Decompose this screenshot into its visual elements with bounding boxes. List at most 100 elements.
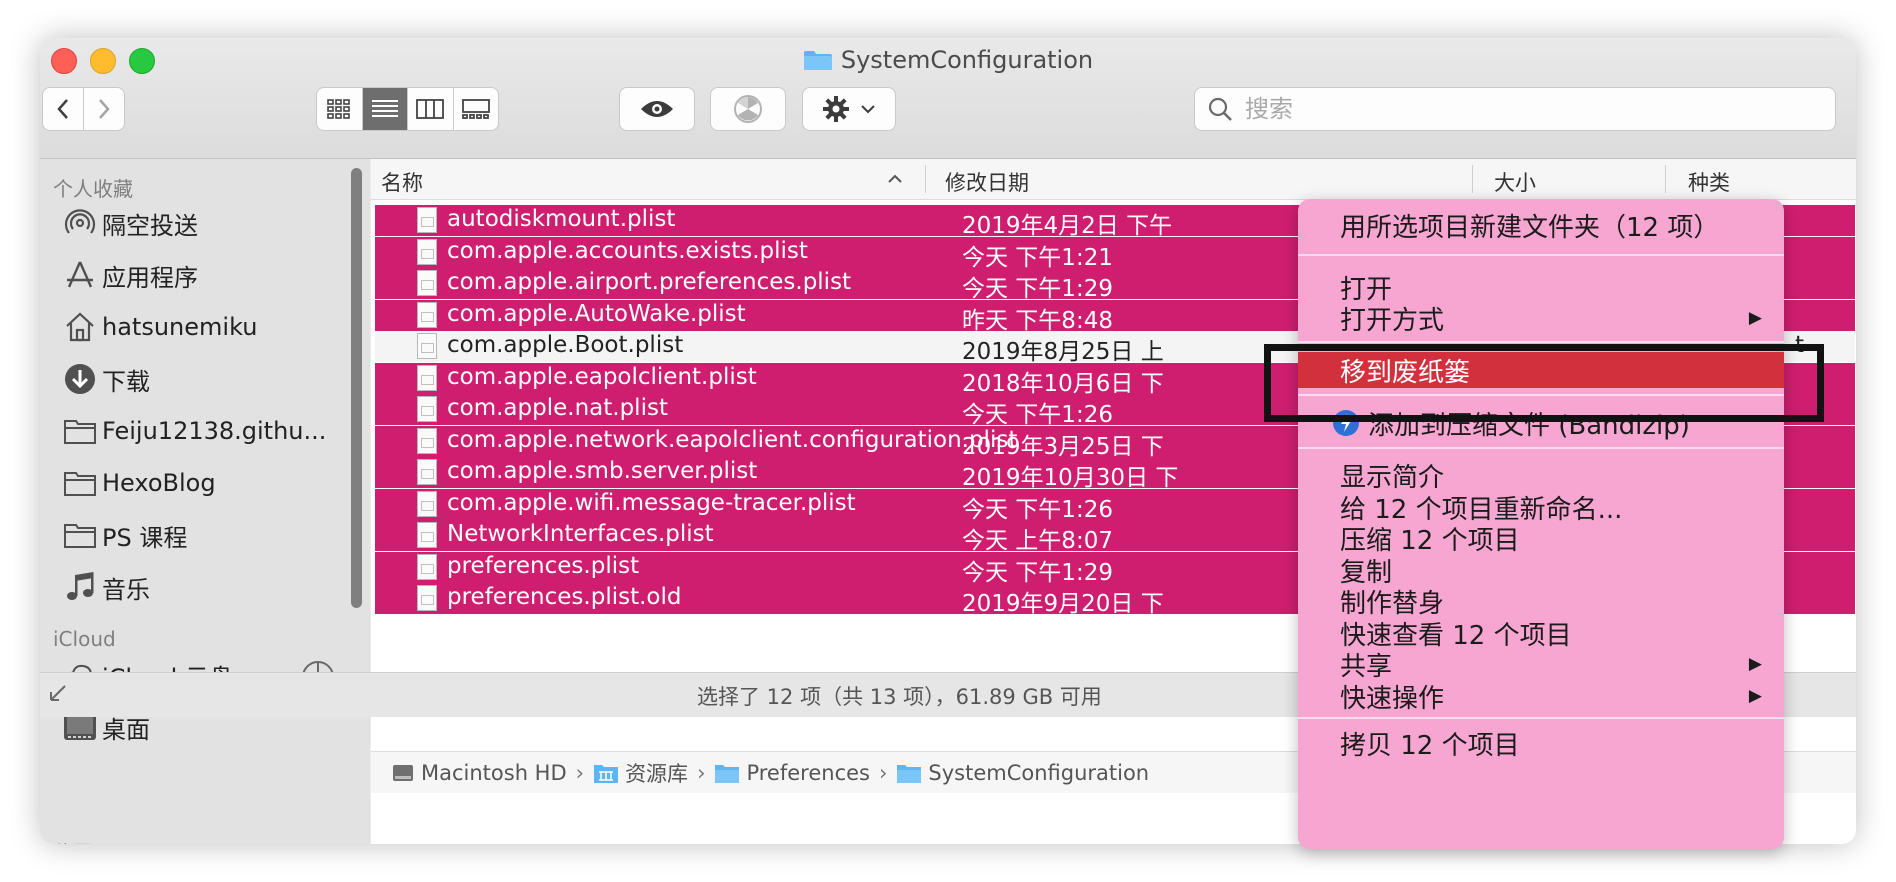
folder-icon xyxy=(803,51,832,70)
gallery-view-button[interactable] xyxy=(454,88,499,130)
toolbar: SystemConfiguration xyxy=(40,38,1856,159)
path-item-preferences[interactable]: Preferences xyxy=(714,761,870,785)
home-icon xyxy=(62,309,98,345)
file-name: com.apple.nat.plist xyxy=(447,395,668,421)
folder-icon xyxy=(62,465,98,501)
file-modified-date: 今天 下午1:29 xyxy=(962,276,1113,302)
file-name: com.apple.Boot.plist xyxy=(447,332,684,358)
file-name: preferences.plist xyxy=(447,552,640,579)
file-modified-date: 今天 下午1:26 xyxy=(962,402,1113,428)
path-item-library[interactable]: 资源库 xyxy=(593,758,688,788)
action-menu-button[interactable] xyxy=(802,87,896,131)
columns-icon xyxy=(416,99,445,119)
path-item-macintosh-hd[interactable]: Macintosh HD xyxy=(391,761,567,785)
plist-file-icon xyxy=(417,364,437,391)
sidebar-section-icloud: iCloud xyxy=(53,627,116,651)
menu-item-copy[interactable]: 拷贝 12 个项目 xyxy=(1298,725,1784,761)
path-separator-icon: › xyxy=(697,760,706,785)
file-name: NetworkInterfaces.plist xyxy=(447,521,714,547)
menu-separator xyxy=(1298,447,1784,449)
sidebar-item-airdrop[interactable]: 隔空投送 xyxy=(62,203,198,243)
plist-file-icon xyxy=(417,427,437,454)
file-name: autodiskmount.plist xyxy=(447,206,676,232)
menu-item-label: 打开方式 xyxy=(1340,305,1445,336)
status-text: 选择了 12 项（共 13 项），61.89 GB 可用 xyxy=(697,685,1102,709)
file-name: com.apple.network.eapolclient.configurat… xyxy=(447,426,1018,453)
file-modified-date: 2019年10月30日 下 xyxy=(962,465,1179,491)
sidebar-item-home[interactable]: hatsunemiku xyxy=(62,307,257,347)
downloads-icon xyxy=(62,361,98,397)
plist-file-icon xyxy=(417,238,437,265)
sidebar-item-feiju12138[interactable]: Feiju12138.githu... xyxy=(62,411,326,451)
sidebar-item-ps-course[interactable]: PS 课程 xyxy=(62,515,187,555)
file-modified-date: 今天 下午1:29 xyxy=(962,559,1113,586)
back-button[interactable] xyxy=(42,87,84,131)
grid-icon xyxy=(327,99,351,119)
path-item-label: SystemConfiguration xyxy=(928,760,1150,785)
column-view-button[interactable] xyxy=(408,88,454,130)
column-kind[interactable]: 种类 xyxy=(1688,167,1730,197)
file-modified-date: 2019年3月25日 下 xyxy=(962,433,1164,460)
quick-look-button[interactable] xyxy=(619,87,695,131)
file-modified-date: 2018年10月6日 下 xyxy=(962,370,1164,397)
column-size[interactable]: 大小 xyxy=(1494,167,1536,197)
window-title-text: SystemConfiguration xyxy=(840,46,1094,74)
list-view-button[interactable] xyxy=(362,88,408,130)
search-input[interactable] xyxy=(1243,94,1747,124)
file-modified-date: 2019年8月25日 上 xyxy=(962,339,1164,365)
file-name: com.apple.AutoWake.plist xyxy=(447,300,746,327)
menu-item-label: 拷贝 12 个项目 xyxy=(1340,730,1520,761)
file-name: com.apple.wifi.message-tracer.plist xyxy=(447,489,856,516)
sidebar-item-label: HexoBlog xyxy=(102,469,216,497)
library-folder-icon xyxy=(594,764,619,783)
sidebar-item-label: 音乐 xyxy=(102,575,150,604)
menu-item-open-with[interactable]: 打开方式 ▶ xyxy=(1298,300,1784,336)
sidebar-item-label: PS 课程 xyxy=(102,523,188,552)
sidebar-item-label: 隔空投送 xyxy=(102,211,198,240)
chevron-left-icon xyxy=(57,99,68,119)
path-item-systemconfiguration[interactable]: SystemConfiguration xyxy=(896,761,1149,785)
plist-file-icon xyxy=(417,396,437,422)
chevron-down-icon xyxy=(861,105,875,114)
path-item-label: Macintosh HD xyxy=(421,760,567,785)
sidebar-scrollbar[interactable] xyxy=(351,168,362,608)
menu-item-new-folder-with-selection[interactable]: 用所选项目新建文件夹（12 项） xyxy=(1298,207,1784,243)
file-modified-date: 2019年4月2日 下午 xyxy=(962,213,1173,239)
menu-separator xyxy=(1298,717,1784,719)
plist-file-icon xyxy=(417,459,437,485)
menu-separator xyxy=(1298,254,1784,256)
search-field[interactable] xyxy=(1194,87,1836,131)
chevron-right-icon xyxy=(99,99,110,119)
file-modified-date: 今天 下午1:21 xyxy=(962,244,1113,271)
path-item-label: Preferences xyxy=(746,760,870,785)
menu-item-quick-actions[interactable]: 快速操作 ▶ xyxy=(1298,678,1784,714)
burn-icon xyxy=(734,95,762,123)
sidebar-item-music[interactable]: 音乐 xyxy=(62,567,150,607)
sidebar-item-label: 下载 xyxy=(102,367,150,396)
view-mode-control xyxy=(316,87,499,131)
sidebar: 个人收藏 隔空投送 应用程序 hatsunemiku 下载 Feiju12138… xyxy=(40,159,370,844)
plist-file-icon xyxy=(417,490,437,517)
file-name: preferences.plist.old xyxy=(447,584,682,610)
icon-view-button[interactable] xyxy=(317,88,363,130)
folder-icon xyxy=(897,764,922,783)
file-name: com.apple.smb.server.plist xyxy=(447,458,758,484)
column-name[interactable]: 名称 xyxy=(381,167,423,197)
plist-file-icon xyxy=(417,207,437,233)
sidebar-item-applications[interactable]: 应用程序 xyxy=(62,255,198,295)
window-title: SystemConfiguration xyxy=(40,46,1856,74)
menu-item-label: 快速操作 xyxy=(1340,683,1445,714)
sort-ascending-icon xyxy=(888,174,902,183)
column-date[interactable]: 修改日期 xyxy=(945,167,1029,197)
applications-icon xyxy=(62,257,98,293)
submenu-arrow-icon: ▶ xyxy=(1748,654,1762,674)
sidebar-item-downloads[interactable]: 下载 xyxy=(62,359,150,399)
plist-file-icon xyxy=(417,553,437,580)
music-icon xyxy=(62,569,98,605)
menu-separator xyxy=(1298,341,1784,343)
file-modified-date: 今天 下午1:26 xyxy=(962,496,1113,523)
share-button[interactable] xyxy=(710,87,786,131)
sidebar-item-hexoblog[interactable]: HexoBlog xyxy=(62,463,216,503)
sidebar-toggle-icon[interactable] xyxy=(48,683,68,703)
forward-button[interactable] xyxy=(83,87,125,131)
